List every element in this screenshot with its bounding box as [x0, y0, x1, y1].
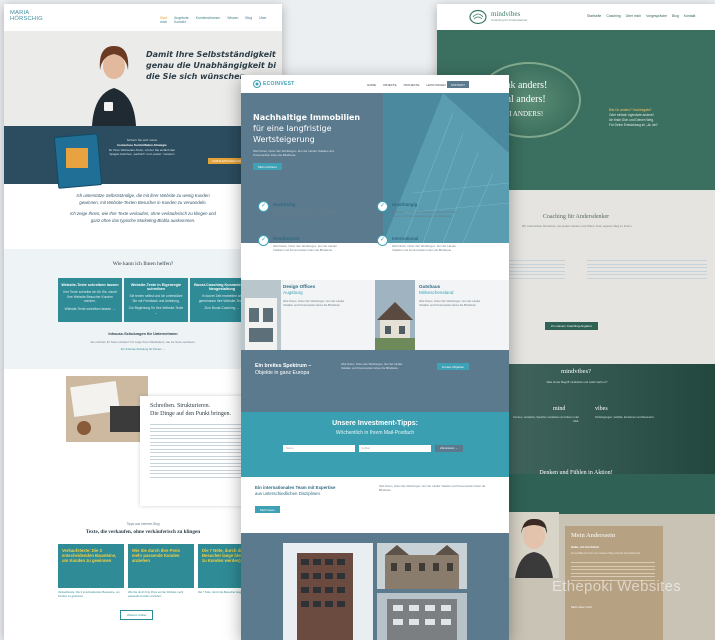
feature-text: Weit hinten, hinter den Wortbergen, fern… — [273, 244, 337, 252]
ecoinvest-hero-heading: Nachhaltige Immobilien für eine langfris… — [253, 113, 361, 144]
castle-building-photo — [377, 543, 467, 589]
check-icon: ✓ — [258, 201, 269, 212]
mindvibes-nav-item[interactable]: Kontakt — [684, 14, 696, 18]
vibes-column-text: Schwingungen, Gefühle, Emotionen und Res… — [595, 416, 655, 419]
blog-card-caption[interactable]: Verkaufstexte: Die 3 entscheidenden Baus… — [58, 591, 124, 598]
mindvibes-tagline: Coaching für Andersdenker — [491, 18, 528, 22]
blog-more-button[interactable]: Weitere Artikel — [120, 610, 154, 620]
team-button[interactable]: Mehr lesen — [255, 506, 280, 513]
ecoinvest-hero-button[interactable]: Mehr erfahren — [253, 163, 282, 170]
watermark: Ethepoki Websites — [552, 578, 682, 595]
apartment-building-photo — [377, 593, 467, 640]
ecoinvest-site-screenshot: ECOINVEST HOME OBJEKTE PROJEKTE LEISTUNGEN … — [241, 75, 509, 640]
service-card[interactable]: Website-Texte schreiben lassen Ihre Texte… — [58, 278, 122, 322]
ecoinvest-contact-button[interactable]: KONTAKT — [447, 81, 469, 88]
feature-text: Weit hinten, hinter den Wortbergen, fern… — [392, 244, 456, 252]
maria-nav-item[interactable]: Kundenstimmen — [196, 16, 221, 20]
feature-title: Nachhaltig — [273, 202, 296, 207]
feature-text: Weit hinten, hinter den Wortbergen, fern… — [392, 210, 456, 218]
leadmagnet-text: Sichern Sie sich meine kostenlose Kurzle… — [108, 138, 176, 157]
service-card[interactable]: Website-Texte in Eigenregie schreiben Sie… — [124, 278, 188, 322]
spectrum-section — [241, 350, 509, 412]
about-heading: Mein Anderssein — [571, 532, 616, 539]
mindvibes-nav-item[interactable]: Coaching — [606, 14, 620, 18]
check-icon: ✓ — [377, 201, 388, 212]
blog-card[interactable]: Wie Sie durch Ihre Preis mehr passende K… — [128, 544, 194, 588]
about-text: Ich erzähle Dir hier von meinem Weg und … — [571, 552, 641, 555]
mindvibes-nav-item[interactable]: Über mich — [626, 14, 641, 18]
spectrum-button[interactable]: Zu den Objekten — [437, 363, 470, 370]
maria-nav-item[interactable]: Wissen — [227, 16, 238, 20]
email-field[interactable]: E-Mail — [359, 445, 431, 452]
check-icon: ✓ — [258, 235, 269, 246]
maria-nav: Start Angebote Kundenstimmen Wissen Blog Über… — [160, 16, 282, 24]
blog-card[interactable]: Verkaufstexte: Die 3 entscheidenden Baus… — [58, 544, 124, 588]
tower-building-photo — [283, 543, 373, 640]
glass-building-image — [383, 93, 509, 243]
office-title: Gutshaus Mirkeschensland — [419, 284, 454, 295]
feature-text: Weit hinten, hinter den Wortbergen, fern… — [273, 210, 337, 218]
portrait-photo — [509, 512, 559, 578]
maria-nav-item[interactable]: Blog — [245, 16, 252, 20]
team-text: Weit hinten, hinter den Wortbergen, fern… — [379, 485, 486, 492]
mindvibes-question-text: Was ist der Begriff mindvibes und wofür … — [546, 380, 608, 384]
team-heading: Ein internationales Team mit Expertise a… — [255, 485, 336, 496]
ecoinvest-nav-item[interactable]: HOME — [367, 83, 376, 87]
maria-portrait — [92, 46, 136, 126]
feature-title: Renditestark — [273, 236, 300, 241]
desk-photo — [66, 376, 148, 442]
about-subheading: Hallo, ich bin Petra! — [571, 545, 600, 549]
writing-heading: Schreiben. Strukturieren. Die Dinge auf … — [150, 403, 231, 417]
gallery-section — [241, 533, 509, 640]
estate-house-photo — [375, 280, 415, 350]
ecoinvest-header: ECOINVEST HOME OBJEKTE PROJEKTE LEISTUNGEN … — [241, 75, 509, 93]
newsletter-subheading: Wöchentlich in Ihrem Mail-Postfach — [335, 430, 415, 436]
coaching-text-right — [587, 258, 707, 281]
brain-logo-icon — [469, 9, 487, 25]
workshop-text: Sie möchten Ihr Team schulen? Ich zeige … — [90, 340, 196, 344]
mindvibes-nav: Startseite Coaching Über mich Vorgespräche B… — [587, 14, 700, 18]
office-text: Weit hinten, hinter den Wortbergen, fern… — [419, 300, 481, 307]
vibes-column-title: vibes — [595, 406, 608, 412]
coaching-offer-button[interactable]: Zu meinem Coaching-Angebot — [545, 322, 598, 330]
maria-logo[interactable]: MARIA HÖRSCHIG — [10, 10, 43, 22]
coaching-intro: Wir unterstützen Menschen, die anders de… — [521, 224, 633, 228]
about-more-link[interactable]: Mehr über mich — [571, 605, 592, 609]
office-text: Weit hinten, hinter den Wortbergen, fern… — [283, 300, 345, 307]
mindvibes-nav-item[interactable]: Startseite — [587, 14, 601, 18]
office-building-photo — [241, 280, 281, 350]
name-field[interactable]: Name — [283, 445, 355, 452]
mind-column-title: mind — [553, 406, 566, 412]
mindvibes-hero-side-text: Bist Du anders? Hochbegabt? Oder einfach… — [609, 108, 659, 127]
guide-book-cover-detail — [66, 148, 88, 168]
mind-column-text: Denken, verstehen, Sprache, Gedanken und… — [513, 416, 579, 423]
feature-title: Unabhängig — [392, 202, 418, 207]
mindvibes-nav-item[interactable]: Vorgespräche — [646, 14, 667, 18]
check-icon: ✓ — [377, 235, 388, 246]
mindvibes-header: mindvibes Coaching für Andersdenker Star… — [437, 4, 715, 30]
ecoinvest-nav-item[interactable]: OBJEKTE — [383, 83, 397, 87]
blog-card-caption[interactable]: Wie Sie durch Ihre Preis auf der Website… — [128, 591, 194, 598]
newsletter-heading: Unsere Investment-Tipps: — [332, 420, 418, 427]
ecoinvest-nav-item[interactable]: LEISTUNGEN — [427, 83, 446, 87]
spectrum-heading: Ein breites Spektrum – Objekte in ganz E… — [255, 363, 312, 376]
ecoinvest-logo[interactable]: ECOINVEST — [263, 81, 295, 87]
ecoinvest-nav: HOME OBJEKTE PROJEKTE LEISTUNGEN — [367, 83, 453, 87]
ecoinvest-logo-icon — [253, 80, 261, 88]
office-title: Design Offices Augsburg — [283, 284, 316, 295]
ecoinvest-hero-text: Weit hinten, hinter den Wortbergen, fern… — [253, 149, 334, 157]
spectrum-text: Weit hinten, hinter den Wortbergen, fern… — [341, 363, 403, 370]
mindvibes-nav-item[interactable]: Blog — [672, 14, 679, 18]
maria-nav-item[interactable]: Kontakt — [174, 20, 186, 24]
feature-title: International — [392, 236, 419, 241]
ecoinvest-nav-item[interactable]: PROJEKTE — [404, 83, 420, 87]
subscribe-button[interactable]: Abonnieren → — [435, 445, 463, 452]
mindvibes-logo[interactable]: mindvibes — [491, 10, 520, 18]
